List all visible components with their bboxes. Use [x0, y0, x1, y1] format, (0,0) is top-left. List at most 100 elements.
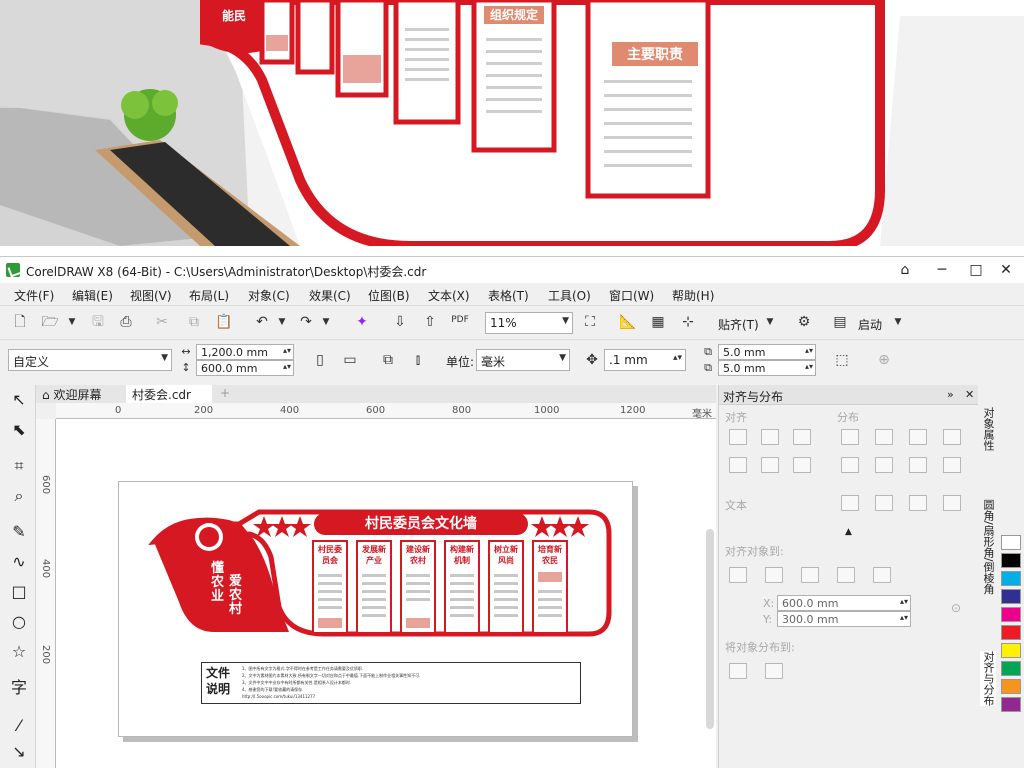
connector-tool-icon[interactable]: ↘: [8, 741, 30, 763]
menu-file[interactable]: 文件(F): [14, 287, 54, 304]
text-tool-icon[interactable]: 字: [8, 677, 30, 699]
align-to-page-edge-icon[interactable]: [801, 567, 819, 583]
zoom-tool-icon[interactable]: ⌕: [8, 485, 30, 507]
redo-dropdown-chevron-icon[interactable]: ▼: [316, 312, 336, 332]
show-grid-icon[interactable]: ▦: [648, 312, 668, 332]
spinner-arrows-icon[interactable]: ▴▾: [805, 362, 813, 371]
current-page-icon[interactable]: ⫾: [408, 350, 428, 370]
all-pages-icon[interactable]: ⧉: [378, 350, 398, 370]
tab-fillet-scallop-chamfer[interactable]: 圆角/扇形角/倒棱角: [980, 499, 996, 594]
align-to-point-icon[interactable]: [873, 567, 891, 583]
distribute-spacing-v-icon[interactable]: [943, 457, 961, 473]
align-bottom-icon[interactable]: [793, 457, 811, 473]
ellipse-tool-icon[interactable]: ○: [8, 611, 30, 633]
undo-dropdown-chevron-icon[interactable]: ▼: [272, 312, 292, 332]
horizontal-ruler[interactable]: 0 200 400 600 800 1000 1200 毫米: [56, 403, 716, 420]
palette-swatch[interactable]: [1001, 571, 1021, 586]
menu-layout[interactable]: 布局(L): [189, 287, 229, 304]
treat-as-filled-icon[interactable]: ⬚: [832, 350, 852, 370]
spinner-arrows-icon[interactable]: ▴▾: [283, 346, 291, 355]
crop-tool-icon[interactable]: ⌗: [8, 455, 30, 477]
redo-icon[interactable]: ↷: [296, 312, 316, 332]
page-preset-select[interactable]: 自定义 ▼: [8, 349, 172, 371]
palette-swatch[interactable]: [1001, 589, 1021, 604]
distribute-to-selection-icon[interactable]: [729, 663, 747, 679]
options-gear-icon[interactable]: ⚙: [794, 312, 814, 332]
close-button[interactable]: ✕: [996, 260, 1016, 280]
distribute-center-icon[interactable]: [875, 429, 893, 445]
snap-chevron-down-icon[interactable]: ▼: [760, 312, 780, 332]
menu-window[interactable]: 窗口(W): [609, 287, 654, 304]
collapse-up-icon[interactable]: ▲: [845, 527, 852, 537]
launcher-icon[interactable]: ▤: [830, 312, 850, 332]
copy-icon[interactable]: ⧉: [184, 312, 204, 332]
menu-table[interactable]: 表格(T): [488, 287, 529, 304]
spinner-arrows-icon[interactable]: ▴▾: [673, 353, 682, 363]
palette-swatch[interactable]: [1001, 535, 1021, 550]
distribute-left-icon[interactable]: [841, 429, 859, 445]
zoom-level-select[interactable]: 11% ▼: [485, 312, 573, 334]
open-folder-icon[interactable]: 🗁: [40, 312, 60, 332]
menu-help[interactable]: 帮助(H): [672, 287, 714, 304]
artwork-panel[interactable]: 培育新农民: [532, 540, 568, 634]
units-select[interactable]: 毫米 ▼: [476, 349, 570, 371]
account-icon[interactable]: ⌂: [895, 260, 915, 280]
undo-icon[interactable]: ↶: [252, 312, 272, 332]
align-top-icon[interactable]: [729, 457, 747, 473]
new-tab-button[interactable]: +: [214, 385, 236, 403]
document-page[interactable]: 村民委员会文化墙 懂农业 爱农村 爱农民 村民委员会 发展新产业 建设新农村 构…: [118, 481, 633, 737]
panel-collapse-icon[interactable]: »: [947, 388, 954, 401]
add-icon[interactable]: ⊕: [874, 350, 894, 370]
align-to-selection-edge-icon[interactable]: [765, 567, 783, 583]
artwork-slogan-3[interactable]: 爱农民: [247, 588, 263, 630]
align-left-icon[interactable]: [729, 429, 747, 445]
import-icon[interactable]: ⇩: [390, 312, 410, 332]
search-content-icon[interactable]: ✦: [352, 312, 372, 332]
palette-swatch[interactable]: [1001, 697, 1021, 712]
spinner-arrows-icon[interactable]: ▴▾: [900, 613, 908, 622]
pick-point-icon[interactable]: ⊙: [951, 601, 961, 615]
palette-swatch[interactable]: [1001, 643, 1021, 658]
palette-swatch[interactable]: [1001, 625, 1021, 640]
align-center-horizontal-icon[interactable]: [761, 429, 779, 445]
vertical-scrollbar[interactable]: [706, 529, 714, 729]
minimize-button[interactable]: ─: [932, 260, 952, 280]
artwork-panel[interactable]: 构建新机制: [444, 540, 480, 634]
launch-chevron-down-icon[interactable]: ▼: [888, 312, 908, 332]
palette-swatch[interactable]: [1001, 661, 1021, 676]
portrait-icon[interactable]: ▯: [310, 350, 330, 370]
palette-swatch[interactable]: [1001, 679, 1021, 694]
align-y-input[interactable]: 300.0 mm ▴▾: [777, 611, 911, 627]
full-screen-icon[interactable]: ⛶: [580, 312, 600, 332]
tab-align-distribute[interactable]: 对齐与分布: [980, 651, 996, 706]
artwork-panel[interactable]: 村民委员会: [312, 540, 348, 634]
page-width-input[interactable]: 1,200.0 mm ▴▾: [196, 344, 294, 360]
distribute-to-page-icon[interactable]: [765, 663, 783, 679]
launch-menu[interactable]: 启动: [858, 316, 882, 333]
palette-swatch[interactable]: [1001, 553, 1021, 568]
menu-tools[interactable]: 工具(O): [548, 287, 591, 304]
tab-object-properties[interactable]: 对象属性: [980, 407, 996, 451]
text-baseline-first-icon[interactable]: [841, 495, 859, 511]
distribute-top-icon[interactable]: [841, 457, 859, 473]
distribute-middle-icon[interactable]: [875, 457, 893, 473]
artwork-panel[interactable]: 发展新产业: [356, 540, 392, 634]
align-to-grid-icon[interactable]: [837, 567, 855, 583]
cut-icon[interactable]: ✂: [152, 312, 172, 332]
menu-view[interactable]: 视图(V): [130, 287, 172, 304]
duplicate-distance-x-input[interactable]: 5.0 mm ▴▾: [718, 344, 816, 360]
page-height-input[interactable]: 600.0 mm ▴▾: [196, 360, 294, 376]
dimension-tool-icon[interactable]: ⁄: [8, 715, 30, 737]
align-x-input[interactable]: 600.0 mm ▴▾: [777, 595, 911, 611]
spinner-arrows-icon[interactable]: ▴▾: [283, 362, 291, 371]
open-dropdown-chevron-icon[interactable]: ▼: [62, 312, 82, 332]
pick-tool-icon[interactable]: ↖: [8, 389, 30, 411]
align-to-active-object-icon[interactable]: [729, 567, 747, 583]
maximize-button[interactable]: □: [966, 260, 986, 280]
spinner-arrows-icon[interactable]: ▴▾: [805, 346, 813, 355]
rectangle-tool-icon[interactable]: □: [8, 581, 30, 603]
publish-pdf-icon[interactable]: PDF: [450, 310, 470, 330]
export-icon[interactable]: ⇧: [420, 312, 440, 332]
show-rulers-icon[interactable]: 📐: [618, 312, 638, 332]
panel-close-icon[interactable]: ✕: [965, 388, 974, 401]
